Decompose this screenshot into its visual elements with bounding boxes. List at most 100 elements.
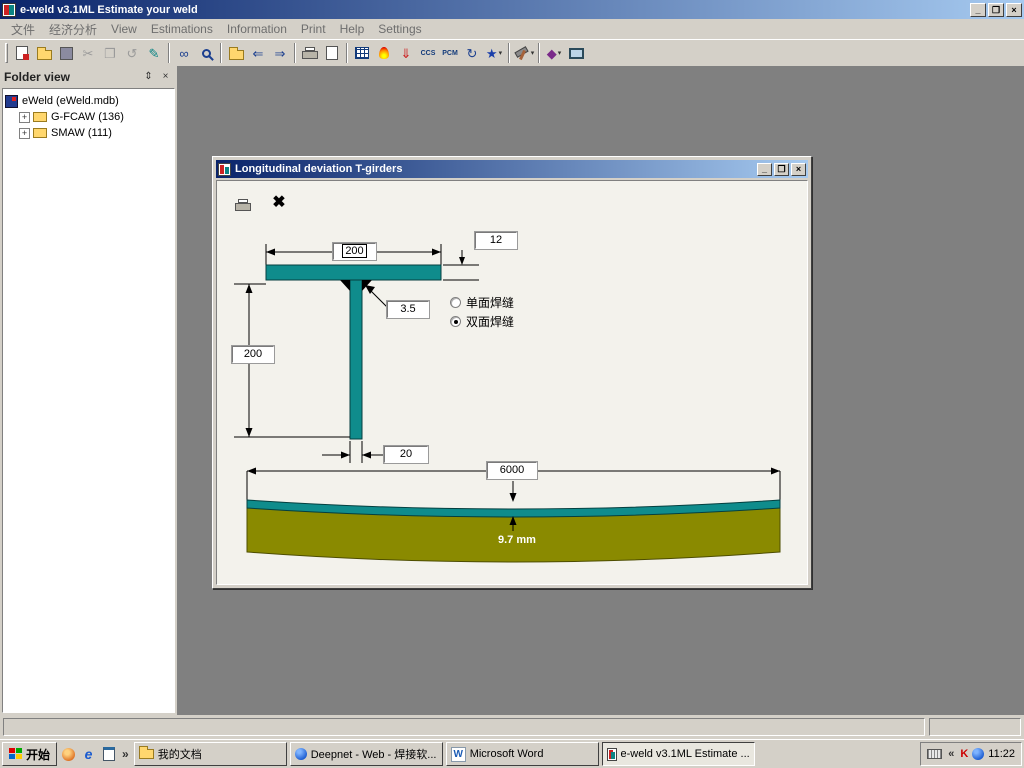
content-area: Folder view ⇕ × eWeld (eWeld.mdb) + G-FC… <box>0 66 1024 715</box>
maximize-button[interactable]: ❐ <box>988 3 1004 17</box>
folder-tree: eWeld (eWeld.mdb) + G-FCAW (136) + SMAW … <box>2 88 175 713</box>
weld-throat-field[interactable]: 3.5 <box>387 301 429 318</box>
menu-estimations[interactable]: Estimations <box>144 20 220 38</box>
edit-icon[interactable]: ✎ <box>143 42 165 64</box>
copy-icon[interactable]: ❐ <box>99 42 121 64</box>
child-minimize-button[interactable]: _ <box>757 163 772 176</box>
menu-settings[interactable]: Settings <box>371 20 428 38</box>
tree-item-label: G-FCAW (136) <box>51 111 124 123</box>
flange-width-field[interactable]: 200 <box>333 243 376 260</box>
status-cell-main <box>3 718 925 736</box>
system-tray: « K 11:22 <box>920 742 1022 766</box>
tree-item-gfcaw[interactable]: + G-FCAW (136) <box>5 109 172 125</box>
eweld-icon <box>607 748 617 761</box>
save-icon[interactable] <box>55 42 77 64</box>
table-icon[interactable] <box>351 42 373 64</box>
pcm-icon[interactable]: PCM <box>439 42 461 64</box>
taskbar-button-word[interactable]: W Microsoft Word <box>446 742 599 766</box>
settings-star-icon[interactable]: ★▾ <box>483 42 505 64</box>
menu-file[interactable]: 文件 <box>4 19 42 40</box>
window-title: e-weld v3.1ML Estimate your weld <box>20 4 968 16</box>
menu-bar: 文件 经济分析 View Estimations Information Pri… <box>0 19 1024 39</box>
taskbar-button-eweld[interactable]: e-weld v3.1ML Estimate ... <box>602 742 755 766</box>
quick-launch-document-icon[interactable] <box>100 746 117 763</box>
app-icon <box>2 3 16 17</box>
link-icon[interactable]: ∞ <box>173 42 195 64</box>
quick-launch-browser-icon[interactable] <box>60 746 77 763</box>
toolbar-separator <box>538 43 540 63</box>
toolbar-grip[interactable] <box>5 43 8 63</box>
quick-launch-ie-icon[interactable]: e <box>80 746 97 763</box>
taskbar-button-deepnet[interactable]: Deepnet - Web - 焊接软... <box>290 742 443 766</box>
menu-print[interactable]: Print <box>294 20 333 38</box>
keyboard-tray-icon[interactable] <box>927 749 942 759</box>
tree-item-label: SMAW (111) <box>51 127 112 139</box>
folder-icon <box>33 128 47 138</box>
taskbar-button-my-documents[interactable]: 我的文档 <box>134 742 287 766</box>
child-window-icon <box>218 163 231 176</box>
child-close-button[interactable]: × <box>791 163 806 176</box>
radio-double-side-weld[interactable]: 双面焊缝 <box>450 314 514 328</box>
child-maximize-button[interactable]: ❐ <box>774 163 789 176</box>
web-thickness-field[interactable]: 20 <box>384 446 428 463</box>
radio-label: 单面焊缝 <box>466 294 514 311</box>
toolbar-separator <box>508 43 510 63</box>
child-window-body: ✖ 200 12 3.5 200 <box>216 180 808 585</box>
flange-thickness-field[interactable]: 12 <box>475 232 517 249</box>
radio-label: 双面焊缝 <box>466 313 514 330</box>
export-icon[interactable]: ⇓ <box>395 42 417 64</box>
taskbar-button-label: Deepnet - Web - 焊接软... <box>311 746 437 762</box>
forward-icon[interactable]: ⇒ <box>269 42 291 64</box>
folder-view-panel: Folder view ⇕ × eWeld (eWeld.mdb) + G-FC… <box>0 66 179 715</box>
clock: 11:22 <box>988 748 1015 760</box>
zoom-icon[interactable] <box>195 42 217 64</box>
folder-up-icon[interactable] <box>225 42 247 64</box>
start-button[interactable]: 开始 <box>2 742 57 766</box>
radio-single-side-weld[interactable]: 单面焊缝 <box>450 295 514 309</box>
menu-view[interactable]: View <box>104 20 144 38</box>
expand-icon[interactable]: + <box>19 112 30 123</box>
menu-information[interactable]: Information <box>220 20 294 38</box>
dock-icon[interactable]: ⇕ <box>141 70 156 84</box>
back-icon[interactable]: ⇐ <box>247 42 269 64</box>
layers-icon[interactable]: ◆▾ <box>543 42 565 64</box>
quick-launch-chevron-icon[interactable]: » <box>120 747 131 761</box>
tree-item-smaw[interactable]: + SMAW (111) <box>5 125 172 141</box>
folder-icon <box>33 112 47 122</box>
minimize-button[interactable]: _ <box>970 3 986 17</box>
child-title-bar[interactable]: Longitudinal deviation T-girders _ ❐ × <box>216 160 808 178</box>
expand-icon[interactable]: + <box>19 128 30 139</box>
print-icon[interactable] <box>299 42 321 64</box>
flame-icon[interactable] <box>373 42 395 64</box>
database-icon <box>5 95 18 108</box>
tree-root-item[interactable]: eWeld (eWeld.mdb) <box>5 93 172 109</box>
new-report-icon[interactable] <box>11 42 33 64</box>
folder-view-title: Folder view <box>4 70 139 84</box>
computer-icon[interactable] <box>565 42 587 64</box>
web-height-field[interactable]: 200 <box>232 346 274 363</box>
ime-tray-icon[interactable]: K <box>960 748 968 760</box>
taskbar: 开始 e » 我的文档 Deepnet - Web - 焊接软... W Mic… <box>0 739 1024 768</box>
ccs-icon[interactable]: CCS <box>417 42 439 64</box>
close-button[interactable]: × <box>1006 3 1022 17</box>
workspace: Longitudinal deviation T-girders _ ❐ × <box>179 66 1024 715</box>
network-tray-icon[interactable] <box>972 748 984 760</box>
dialog-close-icon[interactable]: ✖ <box>269 193 289 213</box>
child-window-title: Longitudinal deviation T-girders <box>235 163 755 175</box>
cut-icon[interactable]: ✂ <box>77 42 99 64</box>
radio-icon[interactable] <box>450 297 461 308</box>
tray-chevron-icon[interactable]: « <box>946 748 956 760</box>
dialog-print-icon[interactable] <box>231 195 255 215</box>
menu-help[interactable]: Help <box>333 20 372 38</box>
taskbar-button-label: 我的文档 <box>158 746 202 762</box>
print-preview-icon[interactable] <box>321 42 343 64</box>
refresh-icon[interactable]: ↻ <box>461 42 483 64</box>
span-length-field[interactable]: 6000 <box>487 462 537 479</box>
tools-icon[interactable]: ▾ <box>513 42 535 64</box>
main-toolbar: ✂ ❐ ↺ ✎ ∞ ⇐ ⇒ ⇓ CCS PCM ↻ ★▾ ▾ ◆▾ <box>0 39 1024 66</box>
radio-icon[interactable] <box>450 316 461 327</box>
menu-economic-analysis[interactable]: 经济分析 <box>42 19 104 40</box>
open-icon[interactable] <box>33 42 55 64</box>
undo-icon[interactable]: ↺ <box>121 42 143 64</box>
folder-view-close-icon[interactable]: × <box>158 70 173 84</box>
